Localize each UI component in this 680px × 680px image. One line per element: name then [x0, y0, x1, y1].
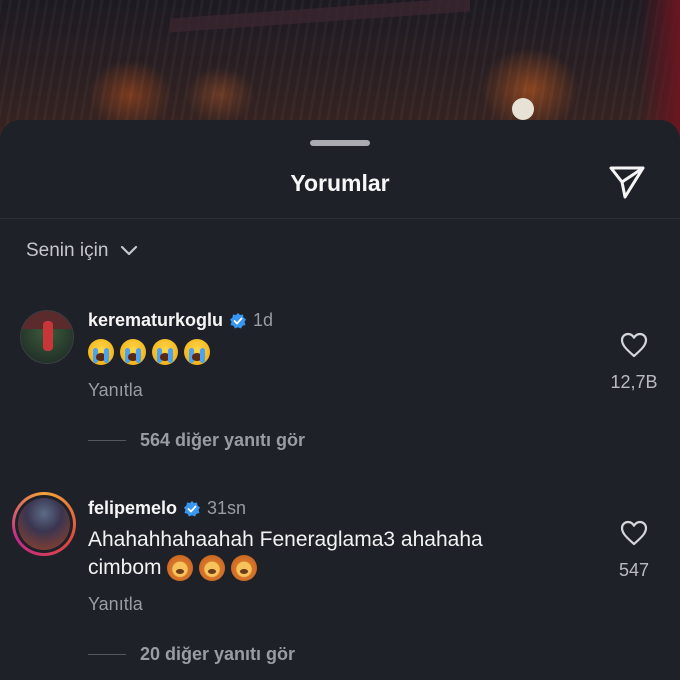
reply-button[interactable]: Yanıtla — [88, 594, 143, 615]
comment-text-line1: Ahahahhahaahah Feneraglama3 ahahaha — [88, 528, 483, 551]
avatar[interactable] — [20, 310, 74, 364]
paper-plane-icon[interactable] — [608, 164, 646, 200]
reply-button[interactable]: Yanıtla — [88, 380, 143, 401]
comment-time: 31sn — [207, 498, 247, 518]
view-more-replies[interactable]: 20 diğer yanıtı gör — [88, 644, 295, 665]
stadium-crowd — [0, 0, 680, 140]
verified-badge-icon — [230, 312, 247, 328]
photo-red-edge — [640, 0, 680, 140]
username[interactable]: kerematurkoglu — [88, 310, 223, 331]
header-divider — [0, 218, 680, 219]
like-count: 12,7B — [610, 372, 658, 392]
avatar-story-ring[interactable] — [12, 492, 76, 556]
reply-thread-line — [88, 440, 126, 441]
sheet-title: Yorumlar — [290, 170, 390, 196]
verified-badge-icon — [184, 500, 201, 516]
comment-text: Ahahahhahaahah Feneraglama3 ahahaha cimb… — [88, 526, 483, 582]
like-column: 12,7B — [594, 332, 674, 393]
comment-time: 1d — [253, 310, 274, 330]
view-more-replies-label: 564 diğer yanıtı gör — [140, 430, 306, 450]
heart-outline-icon[interactable] — [620, 520, 648, 546]
like-column: 547 — [594, 520, 674, 581]
comment-text-line2: cimbom — [88, 554, 483, 582]
comment-text — [88, 338, 210, 366]
avatar — [18, 498, 70, 550]
view-more-replies[interactable]: 564 diğer yanıtı gör — [88, 430, 305, 451]
reply-thread-line — [88, 654, 126, 655]
lion-face-icon — [199, 555, 226, 582]
like-count: 547 — [618, 560, 650, 580]
comment-sort-dropdown[interactable]: Senin için — [26, 240, 138, 262]
sheet-drag-handle[interactable] — [310, 140, 370, 146]
loudly-crying-face-icon — [120, 339, 146, 366]
loudly-crying-face-icon — [184, 339, 210, 366]
chevron-down-icon — [121, 245, 138, 256]
heart-outline-icon[interactable] — [620, 332, 648, 358]
jersey-badge — [512, 98, 534, 120]
view-more-replies-label: 20 diğer yanıtı gör — [140, 644, 296, 664]
loudly-crying-face-icon — [88, 339, 114, 366]
lion-face-icon — [167, 555, 194, 582]
comment-header: felipemelo 31sn — [88, 498, 246, 519]
loudly-crying-face-icon — [152, 339, 178, 366]
sort-label: Senin için — [26, 240, 109, 261]
background-post-image — [0, 0, 680, 140]
username[interactable]: felipemelo — [88, 498, 177, 519]
comment-header: kerematurkoglu 1d — [88, 310, 273, 331]
lion-face-icon — [231, 555, 258, 582]
comments-sheet: Yorumlar Senin için kerematurkoglu 1d Ya… — [0, 120, 680, 680]
